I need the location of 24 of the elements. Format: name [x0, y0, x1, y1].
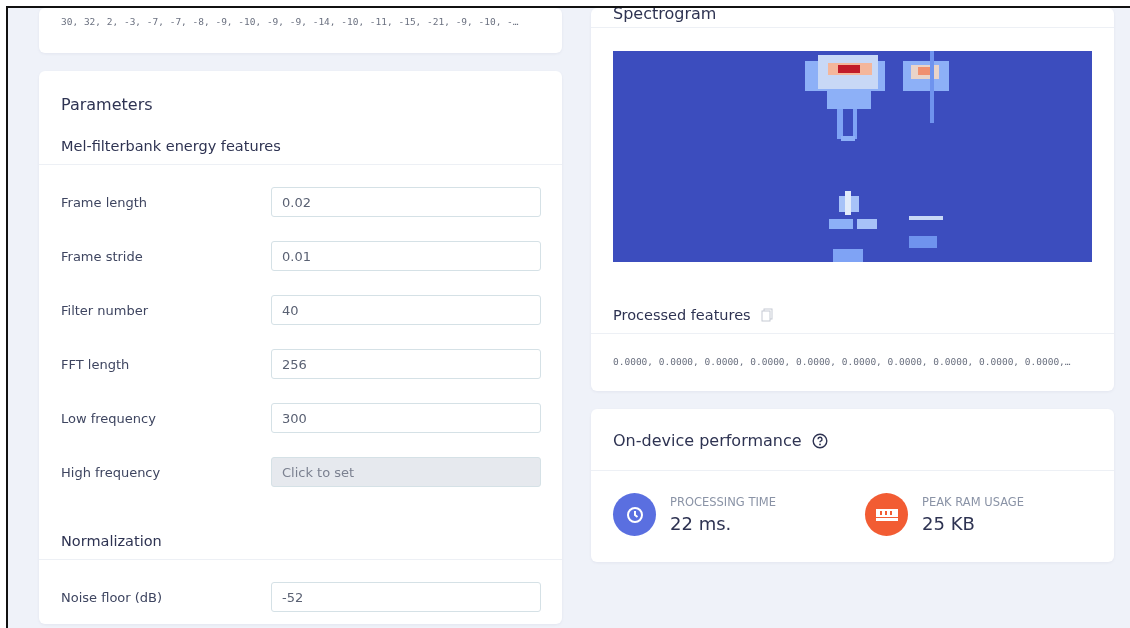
- stat-label: PEAK RAM USAGE: [922, 495, 1024, 509]
- field-label: Noise floor (dB): [61, 589, 164, 605]
- input-field[interactable]: -52: [271, 582, 541, 612]
- input-field[interactable]: 300: [271, 403, 541, 433]
- field-label: Filter number: [61, 302, 150, 318]
- field-label: Low frequency: [61, 410, 157, 426]
- stat-value: 22 ms.: [670, 513, 733, 534]
- input-field[interactable]: 256: [271, 349, 541, 379]
- processed-features-title: Processed features: [613, 307, 751, 323]
- performance-title: On-device performance: [613, 431, 802, 450]
- raw-feature-values: 30, 32, 2, -3, -7, -7, -8, -9, -10, -9, -9, -14, -10, -11, -15, -21, -9, -10, -…: [61, 16, 520, 27]
- parameters-title: Parameters: [61, 95, 154, 114]
- field-label: High frequency: [61, 464, 162, 480]
- input-field[interactable]: 0.01: [271, 241, 541, 271]
- field-label: Frame length: [61, 194, 149, 210]
- input-field[interactable]: 40: [271, 295, 541, 325]
- field-label: Frame stride: [61, 248, 144, 264]
- stat-label: PROCESSING TIME: [670, 495, 777, 509]
- processed-feature-values: 0.0000, 0.0000, 0.0000, 0.0000, 0.0000, 0.0000, 0.0000, 0.0000, 0.0000, 0.0000,…: [613, 356, 1072, 367]
- stat-value: 25 KB: [922, 513, 976, 534]
- input-field[interactable]: 0.02: [271, 187, 541, 217]
- field-label: FFT length: [61, 356, 131, 372]
- section-title: Mel-filterbank energy features: [61, 138, 281, 154]
- section-title: Normalization: [61, 533, 162, 549]
